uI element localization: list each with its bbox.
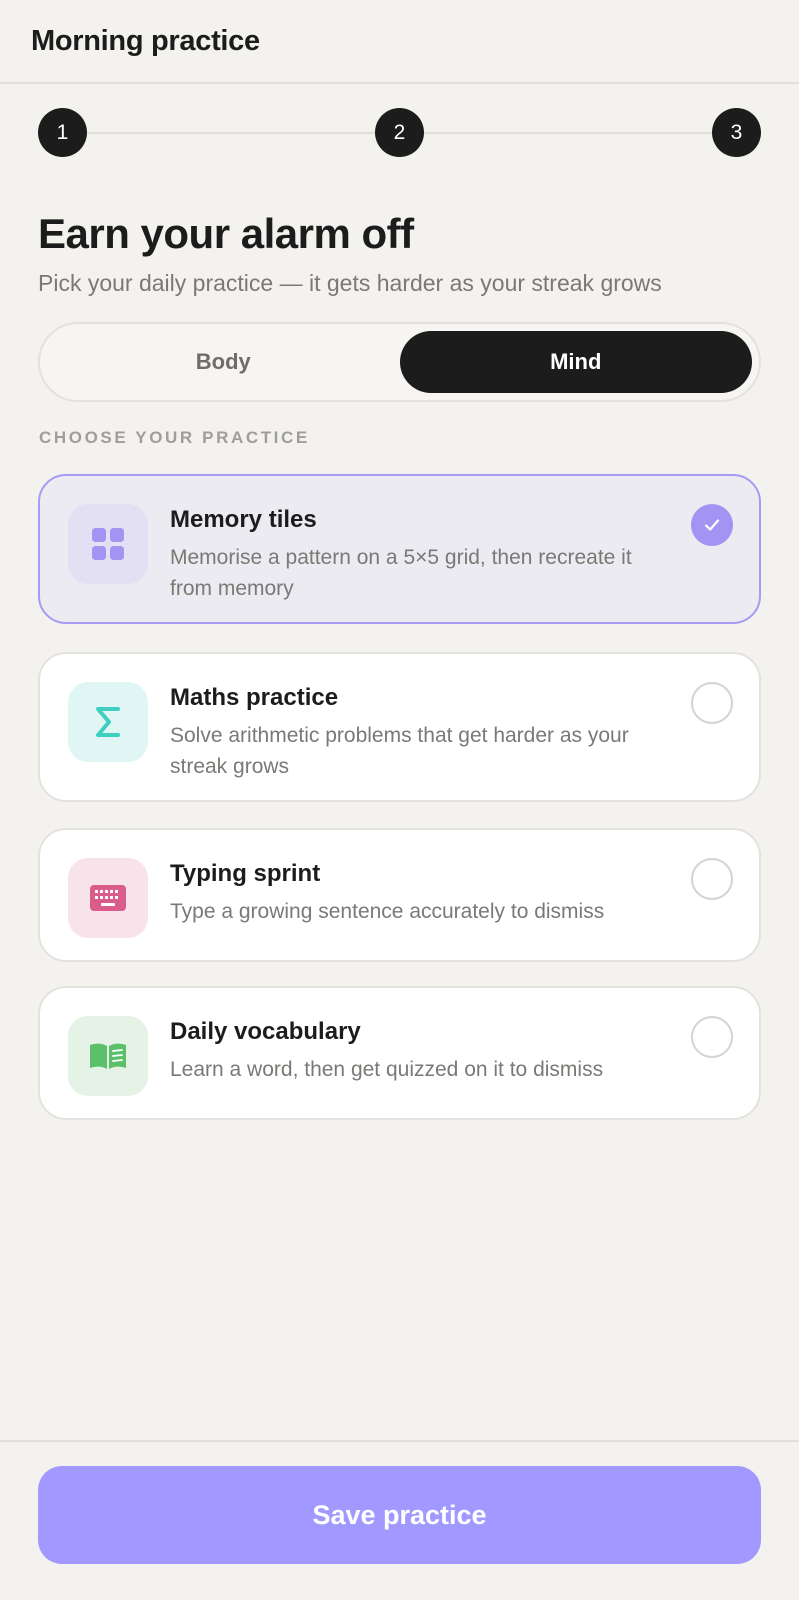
practice-card-typing[interactable]: Typing sprint Type a growing sentence ac… — [38, 828, 761, 962]
practice-card-vocabulary[interactable]: Daily vocabulary Learn a word, then get … — [38, 986, 761, 1120]
selected-check-icon[interactable] — [691, 504, 733, 546]
header: Morning practice — [0, 0, 799, 84]
keyboard-icon — [68, 858, 148, 938]
practice-card-maths[interactable]: Maths practice Solve arithmetic problems… — [38, 652, 761, 802]
book-icon — [68, 1016, 148, 1096]
page-title: Morning practice — [31, 24, 260, 57]
app-screen: Morning practice 1 2 3 Earn your alarm o… — [0, 0, 799, 1600]
sigma-icon — [68, 682, 148, 762]
radio-unselected[interactable] — [691, 858, 733, 900]
step-3[interactable]: 3 — [712, 108, 761, 157]
practice-description: Type a growing sentence accurately to di… — [170, 900, 605, 923]
segment-mind[interactable]: Mind — [399, 331, 752, 393]
main-subtitle: Pick your daily practice — it gets harde… — [38, 270, 662, 296]
radio-unselected[interactable] — [691, 1016, 733, 1058]
main-heading: Earn your alarm off — [38, 210, 414, 257]
practice-description: Learn a word, then get quizzed on it to … — [170, 1058, 604, 1081]
category-segmented-control: Body Mind — [38, 322, 761, 402]
save-practice-button[interactable]: Save practice — [38, 1466, 761, 1564]
practice-title: Daily vocabulary — [170, 1018, 361, 1045]
grid-icon — [68, 504, 148, 584]
step-1[interactable]: 1 — [38, 108, 87, 157]
section-label: CHOOSE YOUR PRACTICE — [39, 428, 310, 447]
practice-title: Maths practice — [170, 684, 339, 711]
footer: Save practice — [0, 1440, 799, 1600]
radio-unselected[interactable] — [691, 682, 733, 724]
practice-title: Typing sprint — [170, 860, 321, 887]
stepper: 1 2 3 — [38, 108, 761, 158]
segment-body[interactable]: Body — [47, 331, 400, 393]
practice-title: Memory tiles — [170, 506, 317, 533]
practice-card-memory-tiles[interactable]: Memory tiles Memorise a pattern on a 5×5… — [38, 474, 761, 624]
practice-description: Solve arithmetic problems that get harde… — [170, 724, 629, 778]
step-2[interactable]: 2 — [375, 108, 424, 157]
practice-description: Memorise a pattern on a 5×5 grid, then r… — [170, 546, 632, 600]
